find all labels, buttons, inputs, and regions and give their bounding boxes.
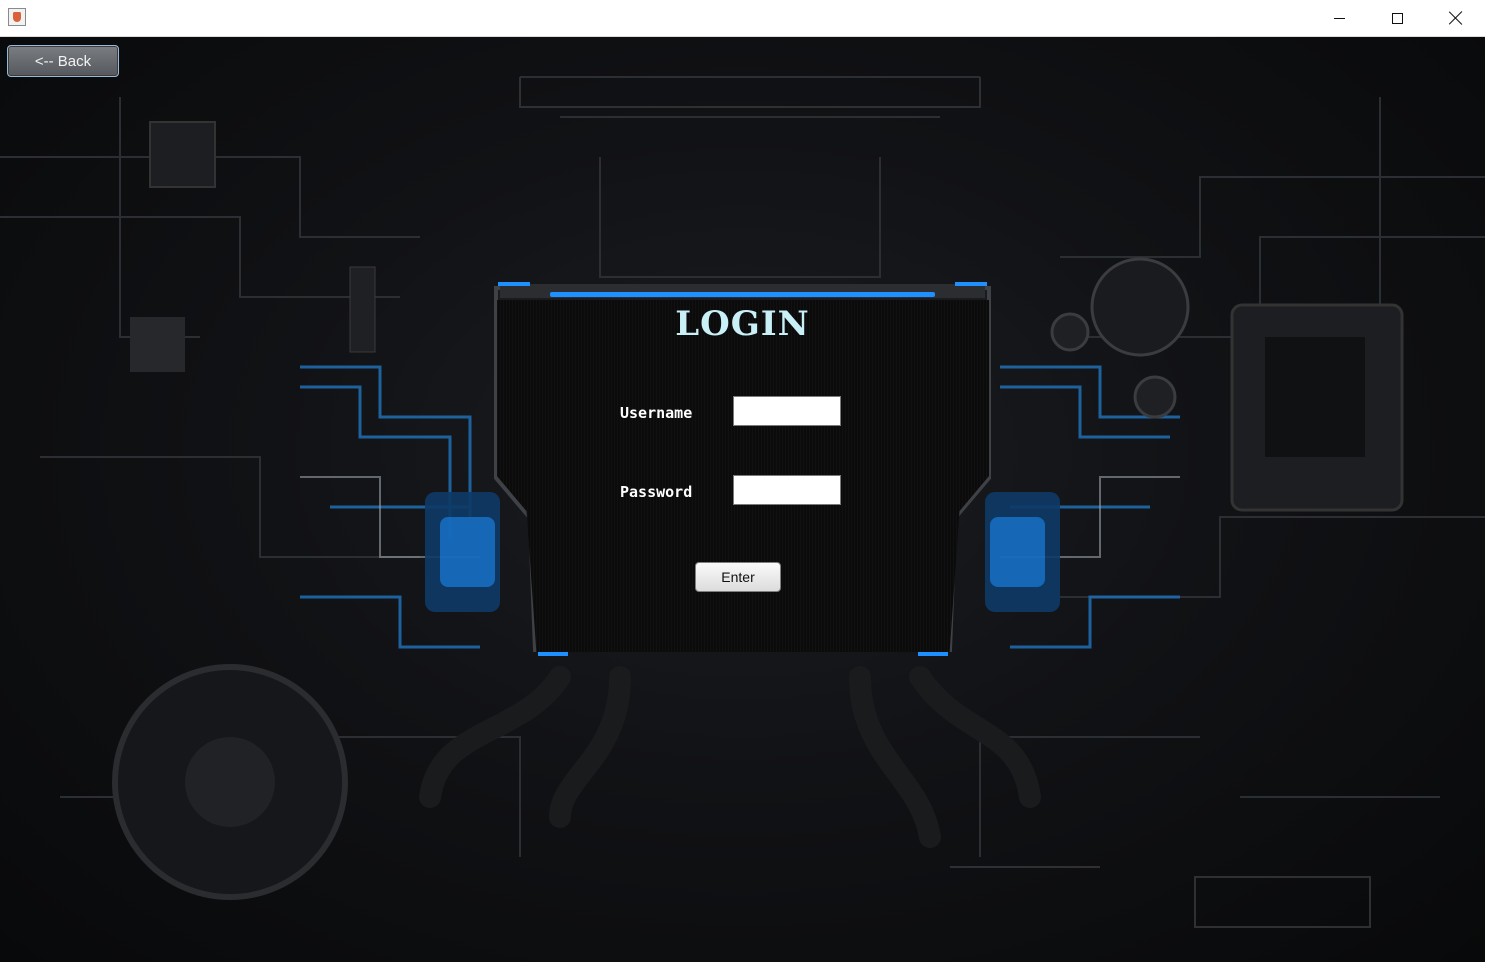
maximize-button[interactable] [1368,0,1426,36]
maximize-icon [1391,12,1403,24]
password-label: Password [620,483,693,501]
minimize-button[interactable] [1310,0,1368,36]
login-title: LOGIN [675,304,810,344]
window-titlebar [0,0,1485,37]
username-label: Username [620,404,693,422]
close-button[interactable] [1427,0,1485,36]
java-icon[interactable] [8,8,26,26]
close-icon [1449,11,1463,25]
back-button[interactable]: <-- Back [7,45,119,77]
minimize-icon [1333,17,1345,19]
enter-button[interactable]: Enter [695,562,781,592]
password-field[interactable] [733,475,841,505]
username-field[interactable] [733,396,841,426]
